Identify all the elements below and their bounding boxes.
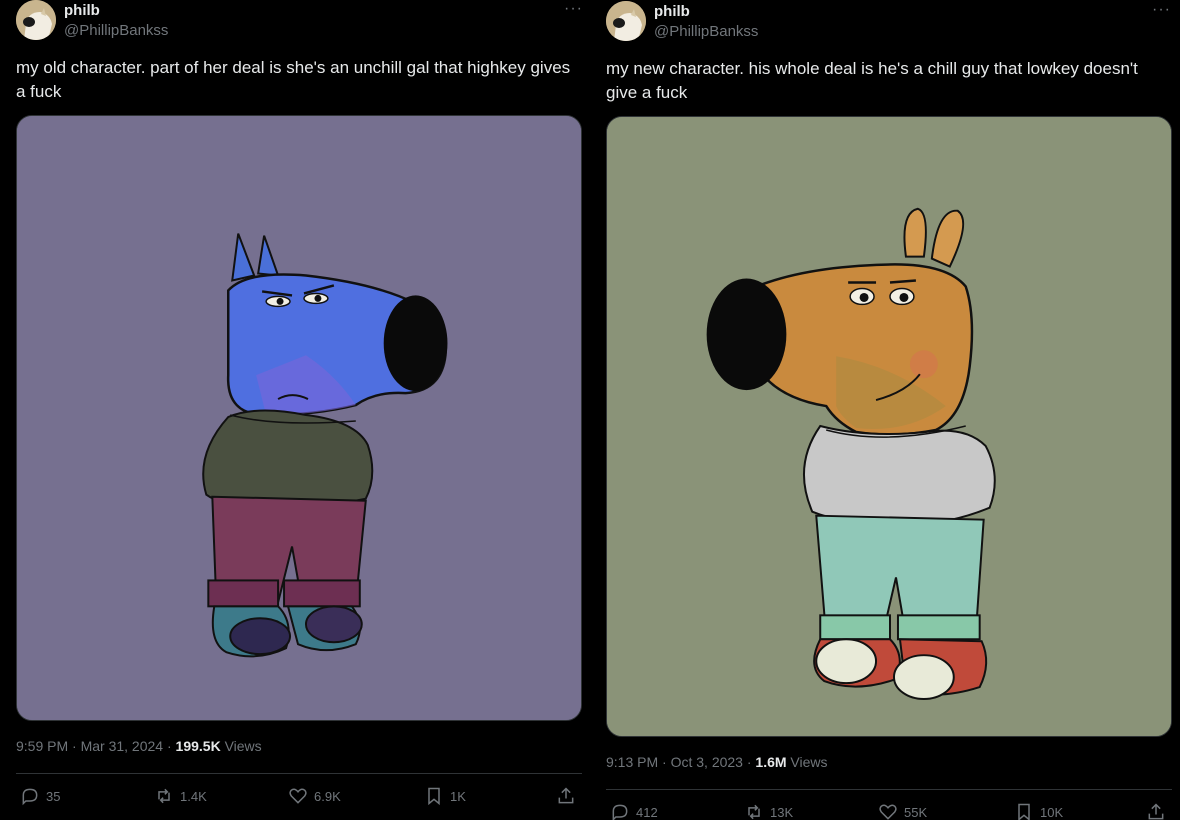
author-avatar[interactable] — [606, 1, 646, 41]
tweet-media-image[interactable] — [606, 116, 1172, 737]
reply-button[interactable]: 412 — [610, 802, 658, 820]
tweet-meta: 9:59 PM · Mar 31, 2024 · 199.5K Views — [16, 738, 262, 754]
author-name[interactable]: philb — [654, 3, 690, 20]
tweet-timestamp[interactable]: 9:13 PM · Oct 3, 2023 · — [606, 754, 755, 770]
divider — [16, 773, 582, 774]
blue-dog-character-image — [17, 116, 581, 720]
reply-count: 412 — [636, 804, 658, 820]
like-button[interactable]: 6.9K — [288, 786, 341, 806]
retweet-icon — [158, 788, 170, 804]
bookmark-icon — [1018, 803, 1030, 820]
tweet-text-line-1: my new character. his whole deal is he's… — [606, 59, 1138, 78]
like-button[interactable]: 55K — [878, 802, 927, 820]
more-options-icon[interactable]: ··· — [1152, 1, 1171, 19]
tweet-meta: 9:13 PM · Oct 3, 2023 · 1.6M Views — [606, 754, 828, 770]
avatar-dog-icon — [16, 0, 56, 40]
reply-count: 35 — [46, 788, 61, 804]
tweet-text-line-2: give a fuck — [606, 83, 688, 102]
tweet-media-image[interactable] — [16, 115, 582, 721]
retweet-count: 13K — [770, 804, 794, 820]
share-button[interactable] — [1146, 802, 1166, 820]
author-avatar[interactable] — [16, 0, 56, 40]
views-label: Views — [220, 738, 262, 754]
tweet-text-line-2: a fuck — [16, 82, 62, 101]
bookmark-count: 1K — [450, 788, 466, 804]
tweet-right: philb @PhillipBankss ··· my new characte… — [590, 0, 1180, 820]
retweet-button[interactable]: 13K — [744, 802, 793, 820]
tweet-text-line-1: my old character. part of her deal is sh… — [16, 58, 571, 77]
like-count: 55K — [904, 804, 928, 820]
bookmark-icon — [428, 787, 440, 806]
share-icon — [1148, 803, 1164, 820]
author-handle[interactable]: @PhillipBankss — [64, 22, 168, 39]
reply-icon — [22, 788, 38, 806]
brown-dog-character-image — [607, 117, 1171, 736]
reply-icon — [612, 804, 628, 820]
retweet-icon — [748, 804, 760, 820]
bookmark-button[interactable]: 1K — [424, 786, 466, 806]
divider — [606, 789, 1172, 790]
avatar-dog-icon — [606, 1, 646, 41]
views-label: Views — [786, 754, 828, 770]
retweet-button[interactable]: 1.4K — [154, 786, 207, 806]
views-count: 1.6M — [755, 754, 787, 770]
tweet-timestamp[interactable]: 9:59 PM · Mar 31, 2024 · — [16, 738, 176, 754]
author-name[interactable]: philb — [64, 2, 100, 19]
heart-icon — [879, 804, 897, 820]
bookmark-count: 10K — [1040, 804, 1064, 820]
author-handle[interactable]: @PhillipBankss — [654, 23, 758, 40]
share-icon — [558, 787, 574, 804]
reply-button[interactable]: 35 — [20, 786, 60, 806]
heart-icon — [289, 788, 307, 804]
retweet-count: 1.4K — [180, 788, 207, 804]
like-count: 6.9K — [314, 788, 341, 804]
share-button[interactable] — [556, 786, 576, 806]
views-count: 199.5K — [175, 738, 221, 754]
more-options-icon[interactable]: ··· — [564, 0, 583, 18]
tweet-left: philb @PhillipBankss ··· my old characte… — [0, 0, 595, 820]
bookmark-button[interactable]: 10K — [1014, 802, 1063, 820]
